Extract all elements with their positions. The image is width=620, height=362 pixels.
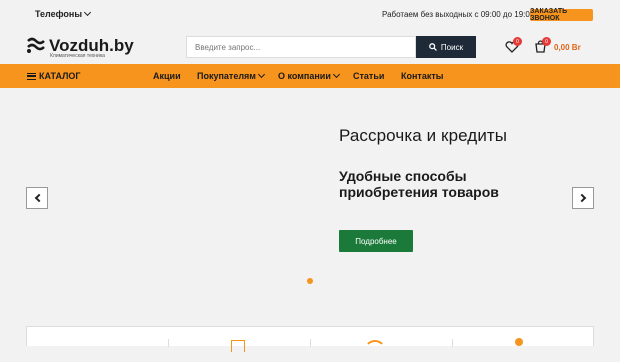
divider <box>310 339 311 347</box>
chevron-left-icon <box>34 193 43 203</box>
chevron-down-icon <box>332 70 340 79</box>
chevron-right-icon <box>577 193 586 203</box>
order-call-button[interactable]: ЗАКАЗАТЬ ЗВОНОК <box>530 8 593 22</box>
slide-title: Рассрочка и кредиты <box>339 126 508 145</box>
chevron-down-icon <box>257 70 266 79</box>
search-button-label: Поиск <box>440 42 464 52</box>
favorites-count-badge: 0 <box>513 37 522 46</box>
nav-item-customers[interactable]: Покупателям <box>197 70 266 81</box>
nav-item-articles[interactable]: Статьи <box>353 71 384 81</box>
nav-item-label: Статьи <box>353 71 385 81</box>
phones-label: Телефоны <box>35 9 83 19</box>
nav-item-contacts[interactable]: Контакты <box>401 71 443 81</box>
menu-icon <box>27 72 36 80</box>
nav-item-label: Покупателям <box>197 71 256 81</box>
feature-clock-icon <box>364 340 386 362</box>
nav-item-about[interactable]: О компании <box>278 70 340 81</box>
search-input[interactable] <box>186 36 416 58</box>
main-nav: КАТАЛОГ Акции Покупателям О компании Ста… <box>0 64 620 88</box>
hero-slider: Рассрочка и кредиты Удобные способы прио… <box>0 88 620 308</box>
feature-badge-icon <box>515 338 523 346</box>
nav-item-label: Контакты <box>401 71 444 81</box>
logo-tagline: Климатическая техника <box>50 53 105 59</box>
features-strip <box>26 326 594 352</box>
logo-icon <box>27 37 45 53</box>
phones-dropdown[interactable]: Телефоны <box>35 8 92 19</box>
nav-catalog[interactable]: КАТАЛОГ <box>27 71 81 81</box>
slide-subtitle: Удобные способы приобретения товаров <box>339 168 499 200</box>
nav-item-label: О компании <box>278 71 331 81</box>
logo[interactable]: Vozduh.by Климатическая техника <box>26 35 134 59</box>
more-button[interactable]: Подробнее <box>339 230 413 252</box>
logo-name: Vozduh.by <box>49 35 134 55</box>
cart-sum[interactable]: 0,00 Br <box>554 43 581 52</box>
feature-box-icon <box>231 340 245 352</box>
nav-item-promotions[interactable]: Акции <box>153 71 181 81</box>
chevron-down-icon <box>84 8 92 17</box>
nav-catalog-label: КАТАЛОГ <box>39 71 81 81</box>
search-icon <box>429 43 437 51</box>
top-bar: Телефоны Работаем без выходных с 09:00 д… <box>0 0 620 29</box>
cart-count-badge: 0 <box>542 37 551 46</box>
header: Vozduh.by Климатическая техника Поиск 0 … <box>0 29 620 64</box>
slider-next-button[interactable] <box>572 187 594 209</box>
slider-dot[interactable] <box>307 278 313 284</box>
working-hours: Работаем без выходных с 09:00 до 19:00 <box>382 10 535 19</box>
divider <box>168 339 169 347</box>
divider <box>452 339 453 347</box>
search-button[interactable]: Поиск <box>416 36 476 58</box>
slider-prev-button[interactable] <box>26 187 48 209</box>
nav-item-label: Акции <box>153 71 181 81</box>
